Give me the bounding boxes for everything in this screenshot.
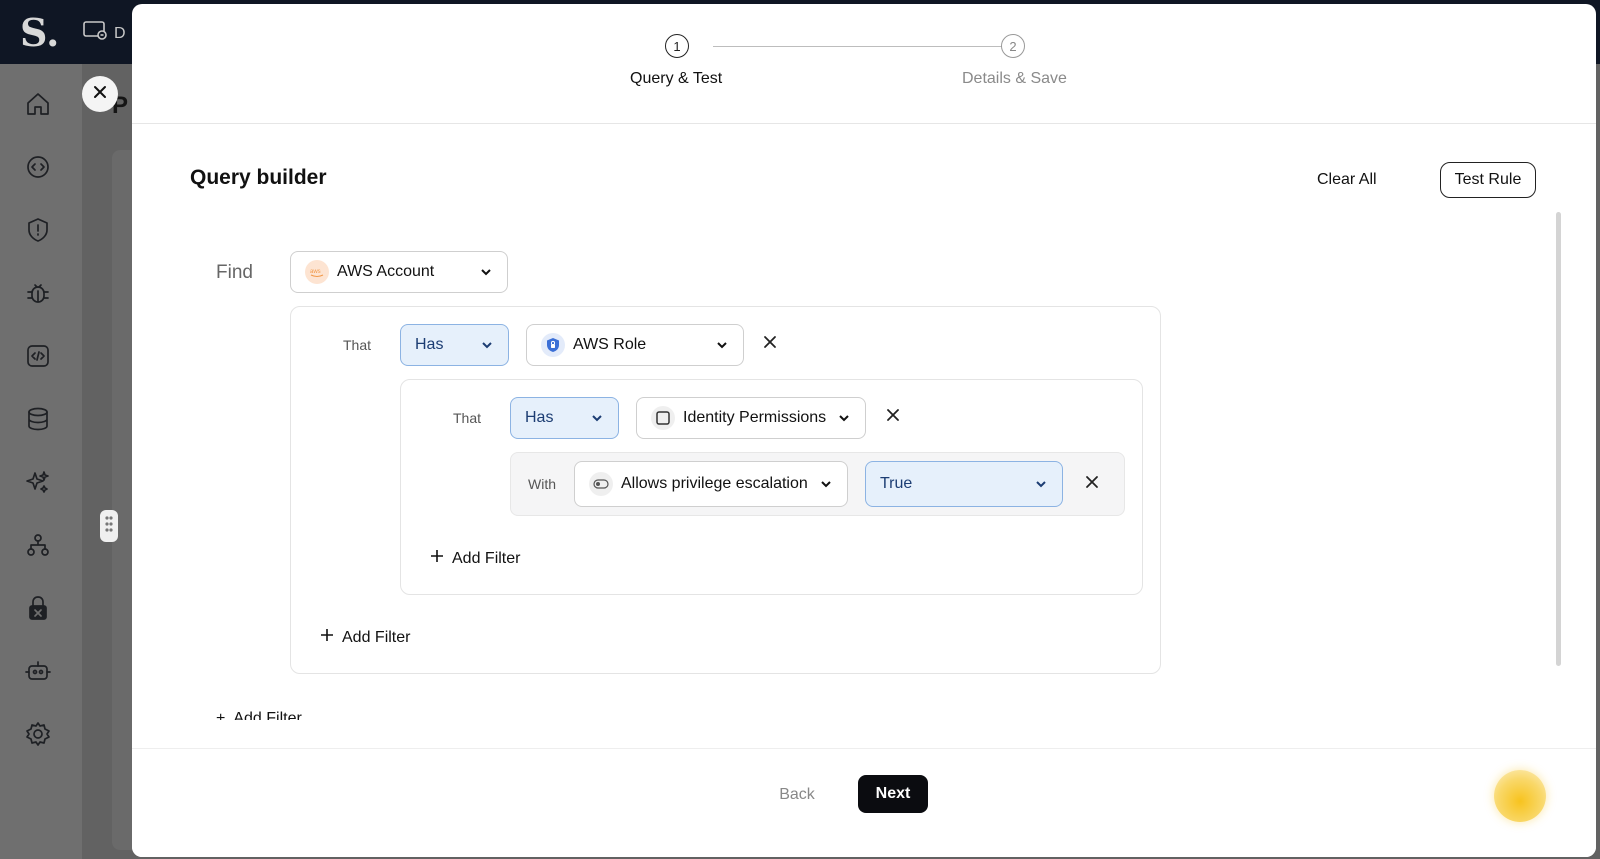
- toggle-icon: [589, 472, 613, 496]
- code-icon[interactable]: [22, 340, 54, 372]
- chevron-down-icon: [479, 265, 493, 279]
- sparkles-icon[interactable]: [22, 466, 54, 498]
- permissions-icon: [651, 406, 675, 430]
- step-2-indicator[interactable]: 2: [1001, 34, 1025, 58]
- bug-icon[interactable]: [22, 277, 54, 309]
- chevron-down-icon: [1034, 477, 1048, 491]
- close-icon: [92, 84, 108, 105]
- aws-icon: aws: [305, 260, 329, 284]
- property-select[interactable]: Allows privilege escalation: [574, 461, 848, 507]
- find-label: Find: [216, 262, 253, 283]
- remove-filter-level-1-button[interactable]: [758, 332, 782, 356]
- close-icon: [762, 334, 778, 355]
- home-icon[interactable]: [22, 88, 54, 120]
- plus-icon: [320, 628, 334, 647]
- chevron-down-icon: [590, 411, 604, 425]
- topbar-tab[interactable]: D: [82, 20, 126, 47]
- clear-all-button[interactable]: Clear All: [1317, 164, 1377, 196]
- hierarchy-icon[interactable]: [22, 529, 54, 561]
- entity-label: Identity Permissions: [683, 409, 827, 426]
- step-1-indicator[interactable]: 1: [665, 34, 689, 58]
- with-label: With: [528, 476, 556, 492]
- plus-icon: [430, 549, 444, 568]
- that-label: That: [453, 410, 482, 426]
- query-builder-title: Query builder: [190, 166, 327, 189]
- entity-label: AWS Role: [573, 336, 647, 353]
- step-1-label[interactable]: Query & Test: [630, 70, 722, 88]
- svg-text:aws: aws: [310, 269, 321, 275]
- that-label: That: [343, 337, 372, 353]
- search-code-icon[interactable]: [22, 151, 54, 183]
- lock-icon[interactable]: [22, 592, 54, 624]
- next-button[interactable]: Next: [858, 775, 928, 813]
- gear-icon[interactable]: [22, 718, 54, 750]
- relation-label: Has: [415, 336, 444, 353]
- side-navigation: [0, 64, 82, 859]
- close-icon: [1084, 474, 1100, 495]
- step-2-label[interactable]: Details & Save: [962, 70, 1067, 88]
- create-rule-modal: 1 2 Query & Test Details & Save Query bu…: [132, 4, 1596, 857]
- property-label: Allows privilege escalation: [621, 475, 808, 492]
- monitor-icon: [82, 20, 108, 47]
- entity-select-level-2[interactable]: Identity Permissions: [636, 397, 866, 439]
- add-filter-label: Add Filter: [342, 628, 411, 646]
- close-modal-button[interactable]: [82, 76, 118, 112]
- chevron-down-icon: [819, 477, 833, 491]
- close-icon: [885, 407, 901, 428]
- add-filter-label: Add Filter: [452, 549, 521, 567]
- step-connector: [713, 46, 1013, 47]
- add-filter-label: Add Filter: [233, 710, 302, 720]
- aws-role-icon: [541, 333, 565, 357]
- relation-label: Has: [525, 409, 554, 426]
- entity-select-level-1[interactable]: AWS Role: [526, 324, 744, 366]
- database-icon[interactable]: [22, 403, 54, 435]
- plus-icon: +: [216, 710, 226, 720]
- resize-handle[interactable]: [100, 510, 118, 542]
- remove-condition-button[interactable]: [1080, 472, 1104, 496]
- add-filter-level-2-button[interactable]: Add Filter: [430, 549, 520, 568]
- find-entity-label: AWS Account: [337, 263, 435, 280]
- assistant-orb-icon[interactable]: [1494, 770, 1546, 822]
- add-filter-root-button[interactable]: + Add Filter: [216, 710, 336, 720]
- remove-filter-level-2-button[interactable]: [881, 405, 905, 429]
- value-select[interactable]: True: [865, 461, 1063, 507]
- chevron-down-icon: [715, 338, 729, 352]
- chevron-down-icon: [480, 338, 494, 352]
- relation-select-level-2[interactable]: Has: [510, 397, 619, 439]
- stepper: 1 2 Query & Test Details & Save: [132, 4, 1596, 124]
- shield-icon[interactable]: [22, 214, 54, 246]
- add-filter-level-1-button[interactable]: Add Filter: [320, 628, 410, 647]
- find-entity-select[interactable]: aws AWS Account: [290, 251, 508, 293]
- value-label: True: [880, 475, 913, 492]
- test-rule-button[interactable]: Test Rule: [1440, 162, 1536, 198]
- robot-icon[interactable]: [22, 655, 54, 687]
- chevron-down-icon: [837, 411, 851, 425]
- topbar-tab-label: D: [114, 24, 126, 42]
- back-button[interactable]: Back: [772, 782, 822, 808]
- scrollbar[interactable]: [1556, 212, 1561, 666]
- drag-dots-icon: [104, 514, 114, 539]
- relation-select-level-1[interactable]: Has: [400, 324, 509, 366]
- app-logo: S.: [20, 10, 60, 55]
